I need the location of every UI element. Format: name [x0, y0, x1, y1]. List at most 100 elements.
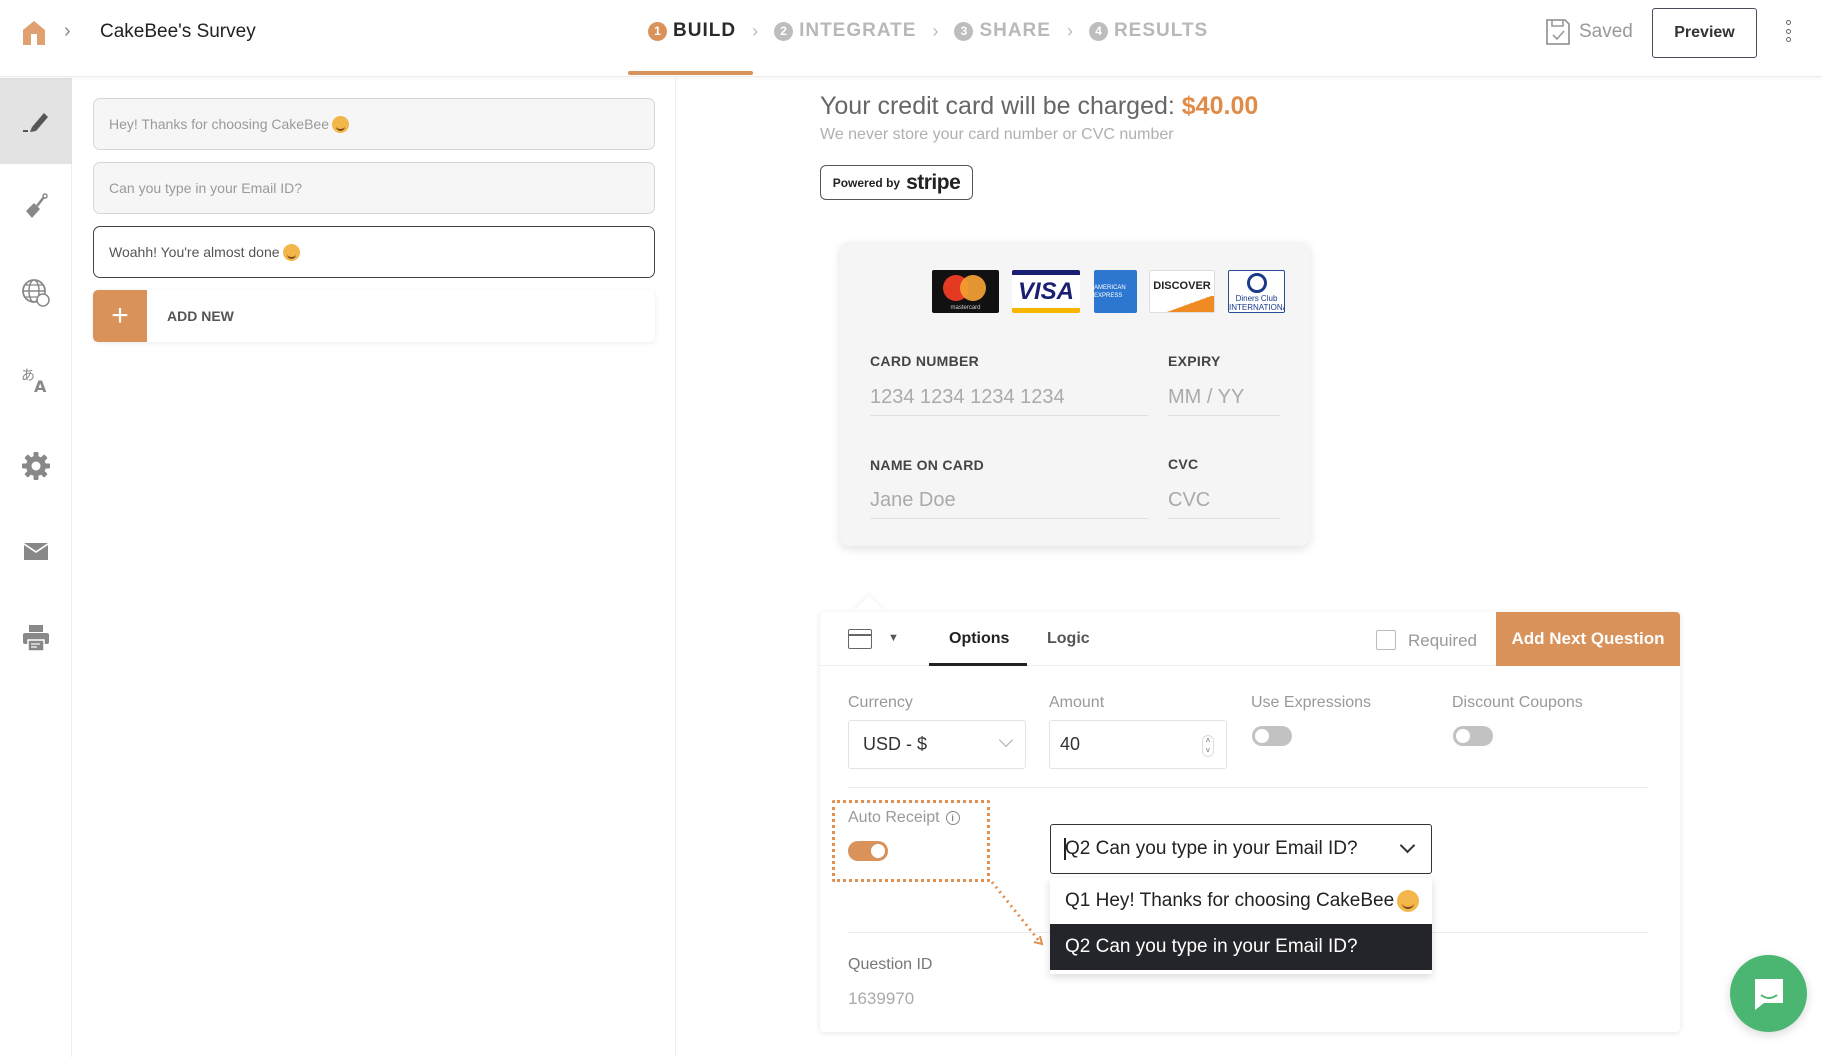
charge-subtext: We never store your card number or CVC n… [820, 126, 1174, 143]
hugging-face-emoji-icon [282, 243, 300, 261]
amex-logo-icon: AMERICAN EXPRESS [1094, 270, 1137, 313]
printer-icon [23, 625, 49, 652]
step-integrate[interactable]: 2 INTEGRATE [774, 20, 916, 42]
step-chevron-icon: › [752, 20, 759, 41]
svg-text:A: A [34, 377, 47, 396]
currency-select[interactable]: USD - $ [848, 720, 1026, 769]
translate-icon: あ A [21, 368, 47, 396]
step-build[interactable]: 1 BUILD [648, 20, 736, 42]
globe-icon [22, 279, 50, 307]
email-question-value: Q2 Can you type in your Email ID? [1065, 838, 1358, 859]
top-header: › CakeBee's Survey 1 BUILD › 2 INTEGRATE… [0, 0, 1822, 77]
text-cursor [1064, 838, 1066, 860]
active-step-underline [628, 71, 753, 75]
save-check-icon [1546, 19, 1570, 45]
tab-logic[interactable]: Logic [1047, 630, 1090, 648]
powered-by-stripe-badge: Powered by stripe [820, 165, 973, 200]
breadcrumb-chevron-icon: › [64, 20, 71, 42]
charge-amount: $40.00 [1181, 92, 1259, 120]
saved-label: Saved [1579, 21, 1633, 42]
question-id-label: Question ID [848, 956, 933, 973]
sidebar-item-build[interactable] [0, 78, 72, 164]
expiry-label: EXPIRY [1168, 353, 1221, 369]
paint-brush-icon [26, 193, 48, 218]
hugging-face-emoji-icon [331, 115, 349, 133]
svg-text:あ: あ [21, 368, 35, 384]
question-item[interactable]: Hey! Thanks for choosing CakeBee [93, 98, 655, 150]
chat-support-button[interactable] [1730, 955, 1807, 1032]
sidebar-item-print[interactable] [0, 595, 72, 681]
step-share[interactable]: 3 SHARE [954, 20, 1051, 42]
question-item[interactable]: Can you type in your Email ID? [93, 162, 655, 214]
question-item-selected[interactable]: Woahh! You're almost done [93, 226, 655, 278]
caret-down-icon[interactable]: ▼ [888, 632, 899, 644]
options-panel-header: ▼ Options Logic Required Add Next Questi… [820, 612, 1680, 666]
use-expressions-toggle[interactable] [1252, 726, 1292, 746]
email-question-select[interactable]: Q2 Can you type in your Email ID? [1050, 824, 1432, 874]
dropdown-option-highlighted[interactable]: Q2 Can you type in your Email ID? [1050, 924, 1432, 970]
cvc-input[interactable]: CVC [1168, 489, 1280, 519]
hugging-face-emoji-icon [1397, 890, 1420, 912]
auto-receipt-toggle[interactable] [848, 841, 888, 861]
cvc-label: CVC [1168, 456, 1199, 472]
card-number-input[interactable]: 1234 1234 1234 1234 [870, 386, 1148, 416]
name-on-card-label: NAME ON CARD [870, 457, 985, 473]
amount-input[interactable]: 40 ˄ ˅ [1049, 720, 1227, 769]
amount-value: 40 [1060, 734, 1081, 754]
step-chevron-icon: › [932, 20, 939, 41]
step-number: 3 [954, 21, 974, 41]
question-text: Woahh! You're almost done [109, 244, 280, 260]
sidebar-item-languages[interactable] [0, 250, 72, 336]
chevron-down-icon [998, 732, 1014, 748]
tab-options[interactable]: Options [949, 630, 1009, 648]
step-label: INTEGRATE [799, 20, 917, 41]
info-icon[interactable]: i [945, 811, 960, 825]
card-number-label: CARD NUMBER [870, 353, 980, 369]
question-options-panel: ▼ Options Logic Required Add Next Questi… [820, 612, 1680, 1032]
step-chevron-icon: › [1066, 20, 1073, 41]
more-options-icon[interactable] [1783, 20, 1793, 42]
active-tab-underline [929, 663, 1027, 666]
sidebar-item-settings[interactable] [0, 423, 72, 509]
use-expressions-label: Use Expressions [1251, 694, 1372, 711]
save-status: Saved [1545, 18, 1633, 46]
dropdown-option[interactable]: Q1 Hey! Thanks for choosing CakeBee [1050, 878, 1432, 924]
required-checkbox[interactable] [1376, 630, 1396, 650]
currency-label: Currency [848, 694, 913, 711]
currency-value: USD - $ [863, 734, 928, 754]
sidebar-item-translate[interactable]: あ A [0, 337, 72, 423]
add-new-question-button[interactable]: + ADD NEW [93, 290, 655, 342]
step-number: 1 [648, 21, 667, 41]
step-label: RESULTS [1113, 20, 1209, 41]
name-on-card-input[interactable]: Jane Doe [870, 489, 1148, 519]
home-icon[interactable] [22, 20, 46, 46]
step-label: SHARE [979, 20, 1051, 41]
step-results[interactable]: 4 RESULTS [1088, 20, 1209, 42]
pencil-icon [23, 113, 48, 132]
step-number: 2 [774, 21, 794, 41]
discover-logo-icon: DISCOVER [1149, 270, 1215, 313]
visa-logo-icon: VISA [1012, 270, 1080, 313]
preview-button[interactable]: Preview [1652, 8, 1757, 58]
discount-coupons-toggle[interactable] [1453, 726, 1493, 746]
sidebar-item-notifications[interactable] [0, 509, 72, 595]
survey-title[interactable]: CakeBee's Survey [100, 21, 256, 43]
stripe-logo: stripe [906, 170, 961, 194]
charge-text: Your credit card will be charged: [820, 92, 1182, 120]
question-text: Hey! Thanks for choosing CakeBee [109, 116, 329, 132]
mastercard-logo-icon: mastercard [932, 270, 999, 313]
add-next-question-button[interactable]: Add Next Question [1496, 612, 1680, 666]
sidebar-item-design[interactable] [0, 164, 72, 250]
expiry-input[interactable]: MM / YY [1168, 386, 1280, 416]
payment-card-type-icon[interactable] [848, 629, 872, 649]
gear-icon [22, 452, 50, 480]
amount-stepper[interactable]: ˄ ˅ [1202, 735, 1214, 757]
mail-icon [24, 543, 48, 560]
question-text: Can you type in your Email ID? [109, 180, 302, 196]
powered-by-label: Powered by [832, 175, 901, 190]
sidebar: あ A [0, 77, 72, 1057]
charge-heading: Your credit card will be charged: $40.00 [820, 92, 1258, 121]
required-label: Required [1408, 631, 1477, 650]
question-list-panel: Hey! Thanks for choosing CakeBee Can you… [72, 77, 676, 1057]
add-new-label: ADD NEW [167, 308, 234, 324]
